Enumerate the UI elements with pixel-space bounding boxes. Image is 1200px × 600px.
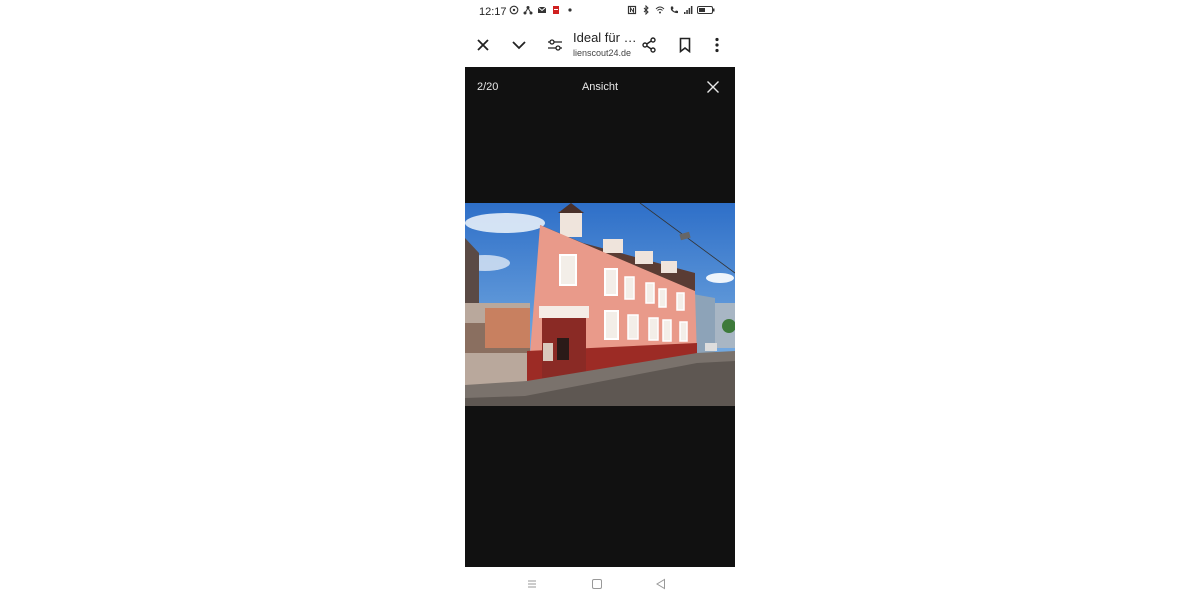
page-url: lienscout24.de — [573, 48, 632, 58]
battery-icon — [697, 6, 715, 14]
home-button[interactable] — [589, 576, 605, 592]
phone-screen: 12:17 Ideal für … lienscout24.de 2/20 An… — [465, 0, 735, 600]
menu-icon — [528, 580, 536, 588]
page-title: Ideal für … — [573, 30, 635, 45]
browser-toolbar: Ideal für … lienscout24.de — [465, 24, 735, 67]
building-photo — [465, 203, 735, 406]
tune-icon — [548, 39, 562, 51]
page-title-area[interactable]: Ideal für … lienscout24.de — [573, 30, 635, 58]
dot-icon — [568, 8, 572, 12]
page-settings-button[interactable] — [542, 32, 568, 58]
more-options-button[interactable] — [704, 32, 730, 58]
nfc-icon — [627, 5, 637, 15]
chevron-down-icon — [512, 41, 526, 50]
bookmark-icon — [679, 37, 691, 53]
mail-icon — [537, 6, 547, 13]
close-icon — [477, 39, 489, 51]
pdf-icon — [553, 6, 559, 14]
share-icon — [642, 37, 656, 53]
home-icon — [592, 579, 602, 589]
viewer-title: Ansicht — [581, 81, 619, 93]
status-time: 12:17 — [479, 6, 507, 18]
wifi-icon — [655, 6, 665, 14]
whatsapp-icon — [509, 5, 519, 15]
share-button[interactable] — [636, 32, 662, 58]
bluetooth-icon — [643, 5, 649, 15]
close-tab-button[interactable] — [470, 32, 496, 58]
status-notification-icons — [509, 5, 575, 15]
bookmark-button[interactable] — [672, 32, 698, 58]
signal-icon — [684, 6, 693, 14]
close-icon — [707, 81, 719, 93]
more-vert-icon — [715, 37, 719, 53]
image-viewer: 2/20 Ansicht — [465, 67, 735, 567]
back-button[interactable] — [653, 576, 669, 592]
network-icon — [523, 6, 533, 15]
status-bar: 12:17 — [465, 0, 735, 24]
recents-button[interactable] — [524, 576, 540, 592]
minimize-button[interactable] — [506, 32, 532, 58]
call-icon — [670, 6, 678, 14]
back-icon — [656, 578, 665, 590]
property-photo[interactable] — [465, 203, 735, 406]
status-system-icons — [627, 5, 715, 15]
viewer-close-button[interactable] — [703, 77, 723, 97]
system-nav-bar — [465, 567, 735, 600]
